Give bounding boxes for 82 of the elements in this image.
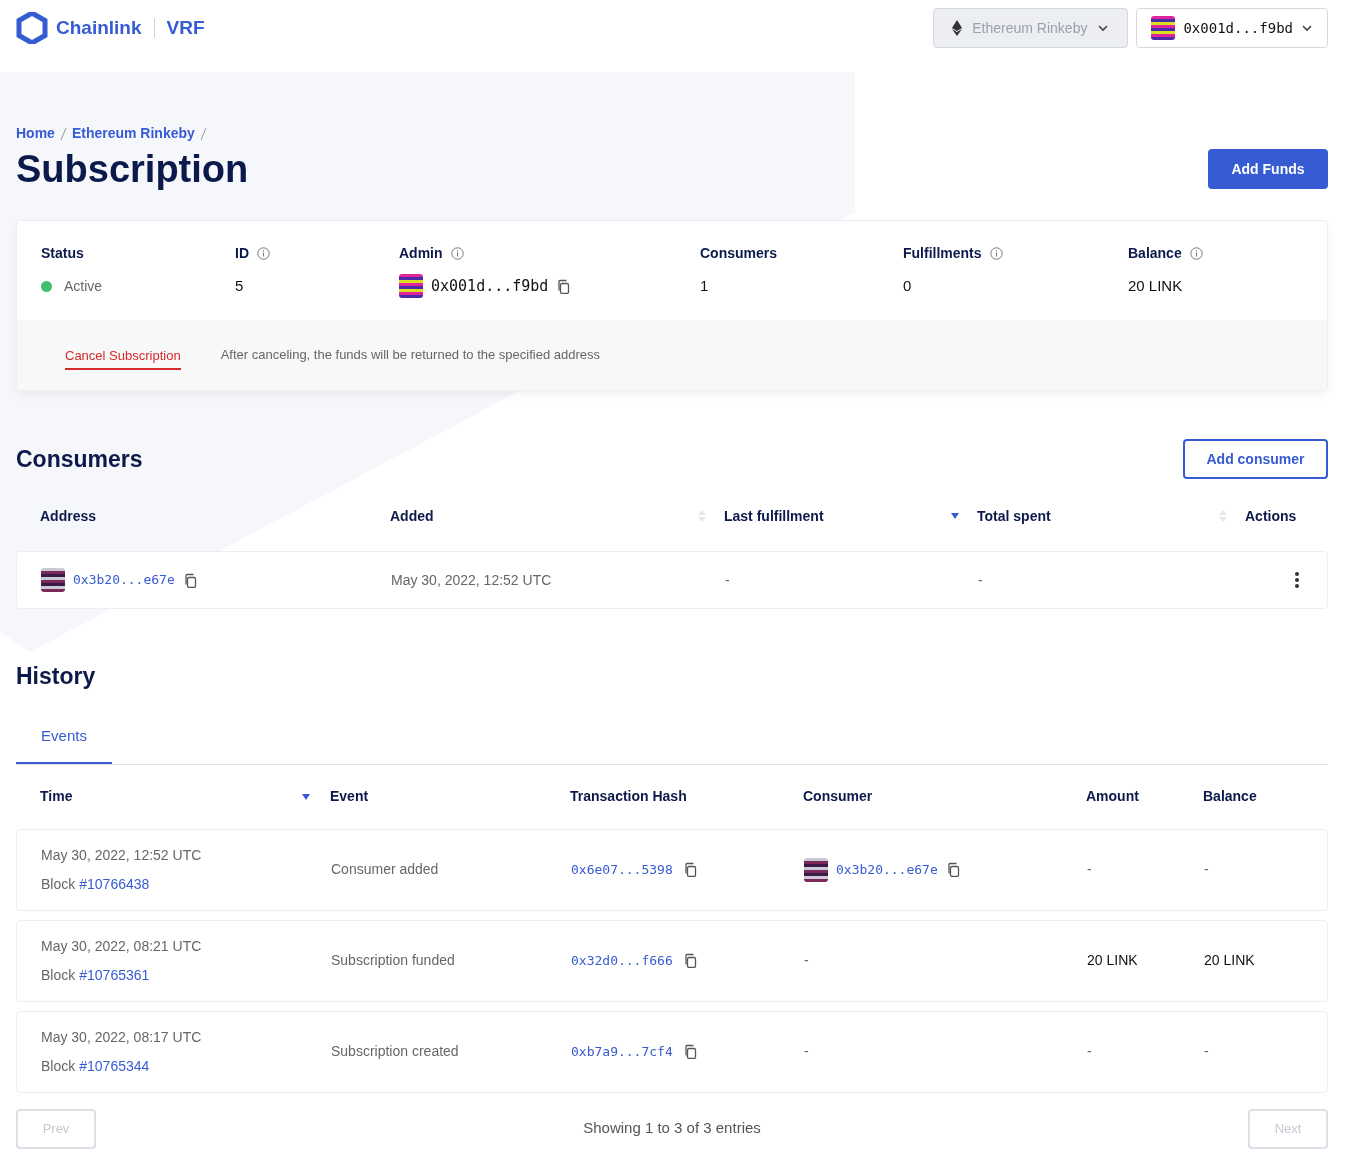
copy-icon [182, 572, 197, 588]
product-name: VRF [166, 15, 205, 40]
breadcrumb-link[interactable]: Ethereum Rinkeby [71, 123, 195, 144]
pagination-summary: Showing 1 to 3 of 3 entries [583, 1118, 761, 1139]
address-link[interactable]: 0x3b20...e67e [836, 859, 938, 880]
field-label: Admin [399, 244, 443, 263]
event-time: May 30, 2022, 08:17 UTC [41, 1027, 203, 1047]
add-funds-button[interactable]: Add Funds [1208, 149, 1328, 189]
transaction-hash-link[interactable]: 0x6e07...5398 [571, 859, 673, 880]
block-link[interactable]: #10765361 [79, 964, 150, 986]
column-header: Consumer [803, 787, 873, 806]
table-cell-text: - [725, 570, 731, 590]
copy-icon [945, 862, 960, 877]
copy-icon [682, 862, 697, 877]
page-title: Subscription [16, 147, 249, 192]
field-label: Balance [1128, 244, 1182, 263]
table-cell-text: - [1087, 1042, 1093, 1061]
add-consumer-button[interactable]: Add consumer [1183, 439, 1328, 479]
slash-icon [59, 127, 67, 140]
field-value: 5 [235, 275, 244, 296]
cancel-note: After canceling, the funds will be returned to the specified address [220, 346, 600, 365]
column-header: Transaction Hash [570, 787, 687, 806]
table-cell-text: - [1204, 860, 1210, 879]
field-label: Consumers [700, 244, 778, 263]
column-header: Actions [1245, 506, 1297, 526]
field-value: 0 [903, 275, 912, 296]
column-header: Amount [1086, 787, 1139, 806]
more-options-icon [1295, 572, 1299, 588]
brand-name: Chainlink [56, 15, 142, 40]
table-cell-text: Consumer added [331, 860, 440, 879]
field-label: ID [235, 244, 249, 263]
column-header: Address [40, 506, 97, 526]
cancel-subscription-link[interactable]: Cancel Subscription [65, 346, 181, 370]
chevron-down-icon [1301, 22, 1313, 34]
field-label: Status [41, 244, 84, 263]
transaction-hash-link[interactable]: 0x32d0...f666 [571, 950, 673, 971]
address-link[interactable]: 0x3b20...e67e [73, 570, 175, 590]
table-cell-text: - [1087, 860, 1093, 879]
section-title: Consumers [16, 444, 143, 474]
status-text: Active [64, 276, 103, 296]
table-cell-text: - [1204, 1042, 1210, 1061]
table-cell-text: 20 LINK [1087, 951, 1139, 970]
block-link[interactable]: #10766438 [79, 873, 150, 895]
account-dropdown[interactable]: 0x001d...f9bd [1136, 8, 1328, 48]
field-value: 1 [700, 275, 709, 296]
table-cell-text: - [978, 570, 984, 590]
event-time: May 30, 2022, 08:21 UTC [41, 936, 203, 956]
field-label: Fulfillments [903, 244, 982, 263]
slash-icon [199, 127, 207, 140]
avatar-icon [399, 274, 423, 298]
event-time: May 30, 2022, 12:52 UTC [41, 845, 203, 865]
block-label: Block [41, 874, 76, 894]
column-header: Event [330, 787, 369, 806]
block-label: Block [41, 1056, 76, 1076]
copy-icon [682, 1044, 697, 1059]
table-cell-text: Subscription funded [331, 951, 456, 970]
table-cell-text: Subscription created [331, 1042, 460, 1061]
block-link[interactable]: #10765344 [79, 1055, 150, 1077]
ethereum-icon [952, 20, 963, 36]
chainlink-logo-icon [16, 12, 48, 44]
column-header: Added [390, 506, 434, 526]
column-header: Balance [1203, 787, 1257, 806]
avatar-icon [41, 568, 65, 592]
transaction-hash-link[interactable]: 0xb7a9...7cf4 [571, 1041, 673, 1062]
avatar-icon [804, 857, 828, 882]
table-cell-text: - [804, 1042, 809, 1061]
column-header: Last fulfillment [724, 506, 824, 526]
section-title: History [16, 662, 97, 691]
chevron-down-icon [1097, 22, 1110, 34]
copy-icon [556, 278, 571, 294]
field-value: 20 LINK [1128, 275, 1183, 296]
column-header: Time [40, 787, 73, 806]
table-cell-text: May 30, 2022, 12:52 UTC [391, 570, 553, 590]
tab[interactable]: Events [16, 711, 112, 764]
admin-address: 0x001d...f9bd [431, 275, 549, 297]
table-cell-text: 20 LINK [1204, 951, 1256, 970]
column-header: Total spent [977, 506, 1051, 526]
avatar-icon [1151, 16, 1176, 40]
copy-icon [682, 953, 697, 968]
table-cell-text: - [804, 951, 809, 970]
block-label: Block [41, 965, 76, 985]
breadcrumb-link[interactable]: Home [16, 123, 55, 144]
